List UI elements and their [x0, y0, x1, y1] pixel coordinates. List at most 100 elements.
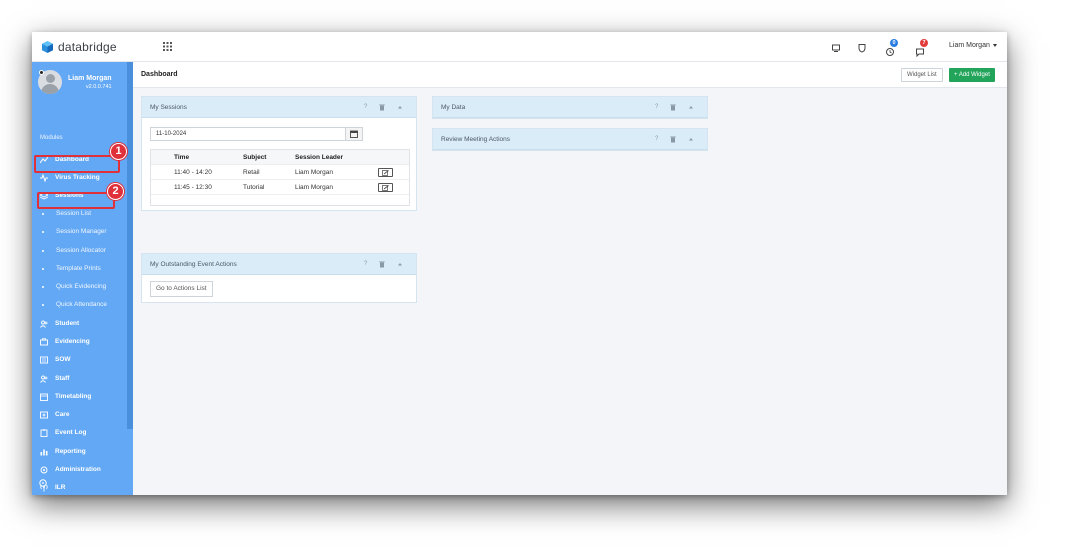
- cube-logo-icon: [42, 41, 53, 53]
- clock-badge: 0: [890, 39, 898, 47]
- annotation-step-1: 1: [110, 143, 127, 160]
- book-icon: [40, 356, 48, 363]
- table-row: 11:40 - 14:20 Retail Liam Morgan: [151, 165, 409, 180]
- annotation-step-2: 2: [107, 183, 124, 200]
- column-header-leader: Session Leader: [295, 153, 344, 161]
- add-widget-button[interactable]: + Add Widget: [949, 68, 995, 82]
- pulse-icon: [40, 173, 48, 182]
- widget-list-button[interactable]: Widget List: [901, 68, 943, 82]
- sidebar-subitem-template-prints[interactable]: Template Prints: [32, 260, 127, 277]
- sidebar-item-label: Session Allocator: [56, 247, 106, 254]
- clipboard-icon: [40, 428, 48, 437]
- chat-notification[interactable]: 7: [915, 39, 928, 58]
- profile[interactable]: Liam Morgan v2.0.0.741: [38, 70, 112, 94]
- edit-session-button[interactable]: [378, 168, 393, 177]
- sidebar-item-student[interactable]: Student: [32, 315, 127, 332]
- sidebar-item-label: Quick Attendance: [56, 301, 107, 308]
- widget-header: My Outstanding Event Actions ?: [142, 254, 416, 275]
- sidebar-item-label: Template Prints: [56, 265, 101, 272]
- sidebar-item-evidencing[interactable]: Evidencing: [32, 333, 127, 350]
- sidebar-item-sow[interactable]: SOW: [32, 351, 127, 368]
- clock-notification[interactable]: 0: [885, 39, 898, 56]
- sidebar-item-staff[interactable]: Staff: [32, 370, 127, 387]
- shield-icon[interactable]: [857, 43, 867, 53]
- cell-subject: Retail: [243, 168, 260, 176]
- cell-leader: Liam Morgan: [295, 183, 333, 191]
- table-header-row: Time Subject Session Leader: [151, 150, 409, 165]
- edit-session-button[interactable]: [378, 183, 393, 192]
- user-menu[interactable]: Liam Morgan: [949, 42, 997, 49]
- monitor-icon[interactable]: [831, 43, 841, 53]
- sidebar-item-administration[interactable]: Administration: [32, 461, 127, 478]
- chat-icon: [916, 48, 924, 58]
- calendar-button[interactable]: [345, 127, 363, 141]
- gear-icon: [40, 466, 48, 473]
- help-icon[interactable]: ?: [364, 104, 367, 111]
- trash-icon[interactable]: [670, 104, 677, 111]
- column-header-subject: Subject: [243, 153, 267, 161]
- sidebar-item-label: Student: [55, 320, 80, 327]
- edit-icon: [382, 184, 389, 191]
- status-dot: [39, 70, 44, 75]
- sidebar-subitem-quick-evidencing[interactable]: Quick Evidencing: [32, 278, 127, 295]
- app-window: databridge 0 7 Liam Morgan Liam Morgan v…: [32, 32, 1007, 495]
- chevron-up-icon[interactable]: [397, 261, 403, 267]
- trash-icon[interactable]: [670, 136, 677, 143]
- help-icon[interactable]: ?: [364, 261, 367, 268]
- widget-my-data: My Data ?: [432, 96, 708, 119]
- widget-header: Review Meeting Actions ?: [433, 129, 707, 150]
- trash-icon[interactable]: [379, 261, 386, 268]
- brand-logo[interactable]: databridge: [42, 40, 117, 54]
- users-icon: [40, 375, 48, 383]
- widget-outstanding-actions: My Outstanding Event Actions ? Go to Act…: [141, 253, 417, 303]
- help-icon[interactable]: ?: [655, 104, 658, 111]
- sidebar-subitem-quick-attendance[interactable]: Quick Attendance: [32, 296, 127, 313]
- widget-title: My Data: [441, 104, 466, 111]
- chevron-up-icon[interactable]: [688, 136, 694, 142]
- sidebar-item-label: ILR: [55, 484, 66, 491]
- calendar-icon: [350, 130, 358, 138]
- go-to-actions-list-button[interactable]: Go to Actions List: [150, 281, 213, 297]
- profile-name: Liam Morgan: [68, 74, 112, 82]
- modules-label: Modules: [40, 135, 63, 141]
- cell-leader: Liam Morgan: [295, 168, 333, 176]
- sidebar-item-timetabling[interactable]: Timetabling: [32, 388, 127, 405]
- sidebar-subitem-session-allocator[interactable]: Session Allocator: [32, 242, 127, 259]
- sidebar-item-label: Quick Evidencing: [56, 283, 107, 290]
- sidebar-item-label: Virus Tracking: [55, 174, 100, 181]
- users-icon: [40, 320, 48, 328]
- session-date-input[interactable]: 11-10-2024: [150, 127, 346, 141]
- sidebar-item-label: Session List: [56, 210, 92, 217]
- widget-title: My Outstanding Event Actions: [150, 261, 237, 268]
- brand-name: databridge: [58, 40, 117, 54]
- sidebar-item-label: Administration: [55, 466, 101, 473]
- page-title: Dashboard: [141, 71, 178, 78]
- info-circle-icon[interactable]: [39, 479, 47, 487]
- main-content: Dashboard Widget List + Add Widget My Se…: [133, 62, 1007, 495]
- calendar-icon: [40, 393, 48, 401]
- table-row: 11:45 - 12:30 Tutorial Liam Morgan: [151, 180, 409, 195]
- column-header-time: Time: [174, 153, 190, 161]
- widget-header: My Data ?: [433, 97, 707, 118]
- page-header: Dashboard Widget List + Add Widget: [133, 62, 1007, 88]
- help-icon[interactable]: ?: [655, 136, 658, 143]
- trash-icon[interactable]: [379, 104, 386, 111]
- sidebar: Liam Morgan v2.0.0.741 Modules Dashboard…: [32, 62, 133, 495]
- chevron-up-icon[interactable]: [688, 104, 694, 110]
- chevron-up-icon[interactable]: [397, 104, 403, 110]
- sidebar-item-label: Timetabling: [55, 393, 92, 400]
- cell-subject: Tutorial: [243, 183, 265, 191]
- top-bar: databridge 0 7 Liam Morgan: [32, 32, 1007, 62]
- sidebar-item-reporting[interactable]: Reporting: [32, 443, 127, 460]
- widget-header: My Sessions ?: [142, 97, 416, 118]
- widget-title: Review Meeting Actions: [441, 136, 511, 143]
- apps-grid-icon[interactable]: [163, 42, 172, 51]
- sidebar-item-care[interactable]: Care: [32, 406, 127, 423]
- highlight-session-manager: [37, 192, 115, 209]
- edit-icon: [382, 169, 389, 176]
- caret-down-icon: [992, 44, 997, 47]
- profile-version: v2.0.0.741: [85, 83, 112, 90]
- sidebar-subitem-session-manager[interactable]: Session Manager: [32, 223, 127, 240]
- sidebar-item-event-log[interactable]: Event Log: [32, 424, 127, 441]
- clock-icon: [886, 48, 894, 56]
